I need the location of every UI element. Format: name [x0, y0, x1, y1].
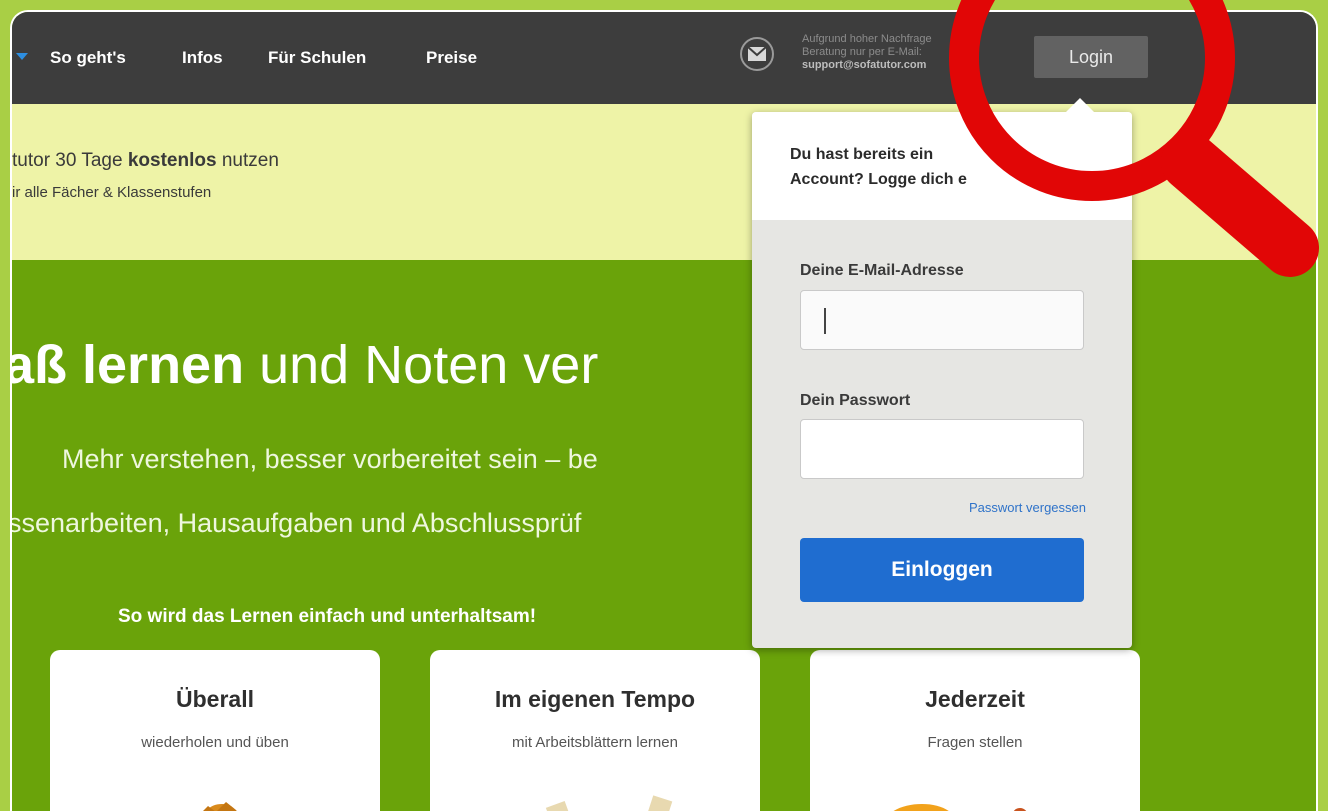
nav-link-preise[interactable]: Preise	[426, 48, 477, 68]
email-field[interactable]	[800, 290, 1084, 350]
card-subtitle: wiederholen und üben	[141, 734, 289, 751]
login-intro-box: Du hast bereits ein Account? Logge dich …	[752, 112, 1132, 220]
nav-link-fuer-schulen[interactable]: Für Schulen	[268, 48, 366, 68]
card-subtitle: Fragen stellen	[927, 734, 1023, 751]
password-field[interactable]	[800, 419, 1084, 479]
promo-headline-start: tutor 30 Tage	[12, 150, 128, 171]
card-title: Überall	[176, 686, 254, 712]
email-label: Deine E-Mail-Adresse	[800, 262, 964, 279]
text-cursor	[824, 308, 826, 334]
character-illustration	[893, 804, 1027, 811]
nav-link-infos[interactable]: Infos	[182, 48, 223, 68]
support-email-link[interactable]: support@sofatutor.com	[802, 59, 1032, 72]
hero-title-rest: und Noten ver	[244, 335, 599, 395]
nav-link-so-gehts[interactable]: So geht's	[50, 48, 126, 68]
promo-headline: tutor 30 Tage kostenlos nutzen	[12, 150, 279, 172]
forgot-password-link[interactable]: Passwort vergessen	[969, 500, 1086, 515]
card-subtitle: mit Arbeitsblättern lernen	[512, 734, 678, 751]
card-title: Jederzeit	[925, 686, 1025, 712]
worksheet-illustration	[545, 795, 673, 811]
login-intro-line-1: Du hast bereits ein	[790, 146, 934, 163]
card-title: Im eigenen Tempo	[494, 686, 696, 712]
password-label: Dein Passwort	[800, 392, 911, 409]
hero-subtitle-line-1: Mehr verstehen, besser vorbereitet sein …	[62, 444, 598, 474]
login-intro-text: Du hast bereits ein Account? Logge dich …	[790, 142, 1090, 192]
steps-heading: So wird das Lernen einfach und unterhalt…	[118, 606, 537, 627]
promo-headline-end: nutzen	[216, 150, 279, 171]
promo-subline: ir alle Fächer & Klassenstufen	[12, 184, 212, 201]
promo-headline-bold: kostenlos	[127, 150, 217, 171]
top-navigation: So geht's Infos Für Schulen Preise Aufgr…	[12, 12, 1316, 104]
envelope-icon	[740, 37, 774, 71]
character-illustration	[203, 802, 237, 811]
login-button[interactable]: Login	[1034, 36, 1148, 78]
login-dropdown: Du hast bereits ein Account? Logge dich …	[752, 98, 1132, 648]
support-line-2: Beratung nur per E-Mail:	[802, 46, 922, 58]
feature-card-tempo: Im eigenen Tempo mit Arbeitsblättern ler…	[430, 650, 760, 811]
feature-card-ueberall: Überall wiederholen und üben	[50, 650, 380, 811]
hero-title: aß lernen und Noten ver	[10, 334, 599, 396]
support-notice: Aufgrund hoher Nachfrage Beratung nur pe…	[802, 33, 1032, 72]
dropdown-pointer	[1066, 98, 1094, 112]
hero-title-bold: aß lernen	[10, 335, 245, 395]
browser-frame: So geht's Infos Für Schulen Preise Aufgr…	[10, 10, 1318, 811]
support-line-1: Aufgrund hoher Nachfrage	[802, 33, 932, 45]
login-submit-button[interactable]: Einloggen	[800, 538, 1084, 602]
hero-subtitle-line-2: ssenarbeiten, Hausaufgaben und Abschluss…	[10, 508, 582, 538]
feature-card-jederzeit: Jederzeit Fragen stellen	[810, 650, 1140, 811]
login-intro-line-2: Account? Logge dich e	[790, 171, 967, 188]
caret-down-icon[interactable]	[16, 53, 28, 60]
